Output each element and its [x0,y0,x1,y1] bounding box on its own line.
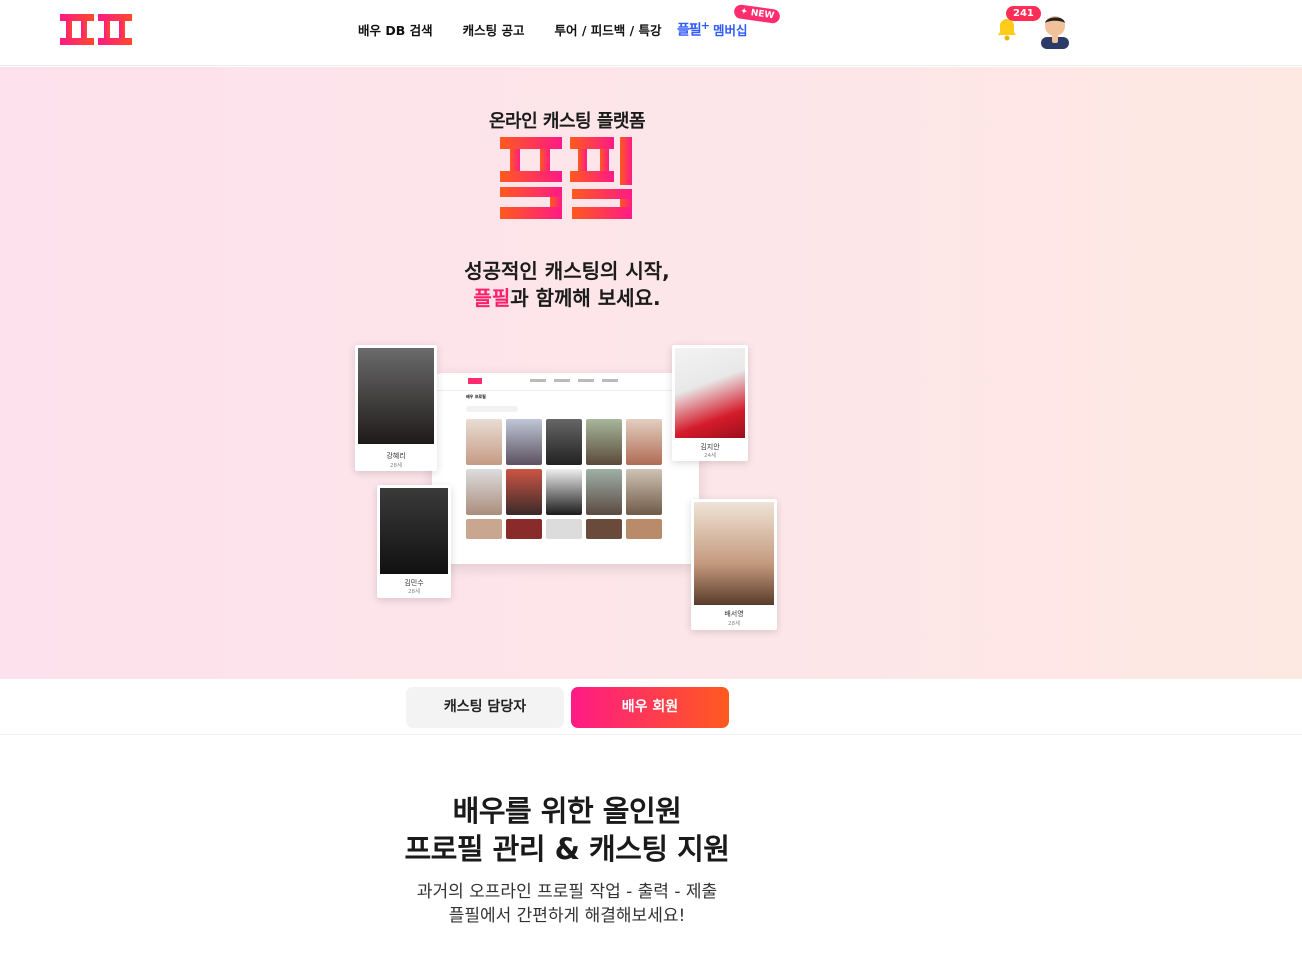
tab-actor-member[interactable]: 배우 회원 [571,687,729,728]
tagline-rest: 과 함께해 보세요. [510,286,661,310]
mockup-thumb [466,469,502,515]
mockup-thumb [466,519,502,539]
profile-card: 배서영 28세 [691,499,777,630]
mockup-thumb [506,519,542,539]
mockup-thumb [546,469,582,515]
mockup-nav [530,379,618,382]
tab-casting-manager[interactable]: 캐스팅 담당자 [406,687,564,728]
mockup-thumb [626,469,662,515]
profile-card: 강혜리 28세 [355,345,437,471]
hero-section: 온라인 캐스팅 플랫폼 성공적인 캐스팅의 시작, 플필과 함께해 보세요. 배… [0,67,1302,679]
pfeel-logo[interactable] [60,14,134,46]
hero-pfeel-logo [500,137,632,219]
mockup-thumb [506,419,542,465]
nav-tour-feedback-lecture[interactable]: 투어 / 피드백 / 특강 [554,20,661,39]
nav-casting-notice[interactable]: 캐스팅 공고 [463,20,525,39]
section-desc-line-2: 플필에서 간편하게 해결해보세요! [448,906,686,926]
tagline-highlight: 플필 [473,286,511,310]
profile-name: 강혜리 [386,452,406,460]
hero-subtitle: 온라인 캐스팅 플랫폼 [488,111,646,132]
mockup-thumb [586,419,622,465]
user-avatar[interactable] [1038,11,1072,49]
nav-actor-db-search[interactable]: 배우 DB 검색 [358,20,433,39]
section-title-line-1: 배우를 위한 올인원 [452,794,682,828]
mockup-thumb [506,469,542,515]
mockup-thumb [586,519,622,539]
section-description: 과거의 오프라인 프로필 작업 - 출력 - 제출 플필에서 간편하게 해결해보… [0,880,1134,928]
mockup-thumb [626,419,662,465]
tagline-line-1: 성공적인 캐스팅의 시작, [464,259,670,283]
mockup-profile-grid [466,419,662,539]
mockup-title: 배우 프로필 [466,394,486,399]
main-nav: 배우 DB 검색 캐스팅 공고 투어 / 피드백 / 특강 [358,20,662,39]
profile-age: 24세 [703,453,717,459]
profile-age: 28세 [407,589,421,595]
mockup-thumb [546,419,582,465]
mockup-thumb [546,519,582,539]
section-desc-line-1: 과거의 오프라인 프로필 작업 - 출력 - 제출 [416,882,718,902]
member-type-tabs: 캐스팅 담당자 배우 회원 [0,679,1302,735]
profile-photo [380,488,448,574]
profile-card: 김지안 24세 [672,345,748,461]
mockup-logo [468,378,482,384]
section-title: 배우를 위한 올인원 프로필 관리 & 캐스팅 지원 [0,792,1134,868]
mockup-header [432,373,699,391]
membership-label: 멤버십 [712,22,748,38]
mockup-search [466,406,518,412]
profile-age: 28세 [389,463,403,469]
profile-photo [675,348,745,438]
section-title-line-2: 프로필 관리 & 캐스팅 지원 [404,832,730,866]
notification-count-badge: 241 [1006,6,1041,21]
tagline-line-2: 플필과 함께해 보세요. [0,285,1134,312]
platform-mockup: 배우 프로필 [432,373,699,564]
mockup-thumb [586,469,622,515]
profile-photo [694,502,774,605]
profile-age: 28세 [727,621,741,627]
top-navigation-bar: 배우 DB 검색 캐스팅 공고 투어 / 피드백 / 특강 플필+ 멤버십 ✦ … [0,0,1302,66]
mockup-thumb [466,419,502,465]
nav-membership[interactable]: 플필+ 멤버십 [677,19,748,40]
mockup-thumb [626,519,662,539]
membership-mark: 플필+ [677,19,710,39]
profile-photo [358,348,434,444]
profile-name: 배서영 [724,610,744,618]
hero-tagline: 성공적인 캐스팅의 시작, 플필과 함께해 보세요. [0,258,1134,312]
profile-card: 김민수 28세 [377,485,451,598]
